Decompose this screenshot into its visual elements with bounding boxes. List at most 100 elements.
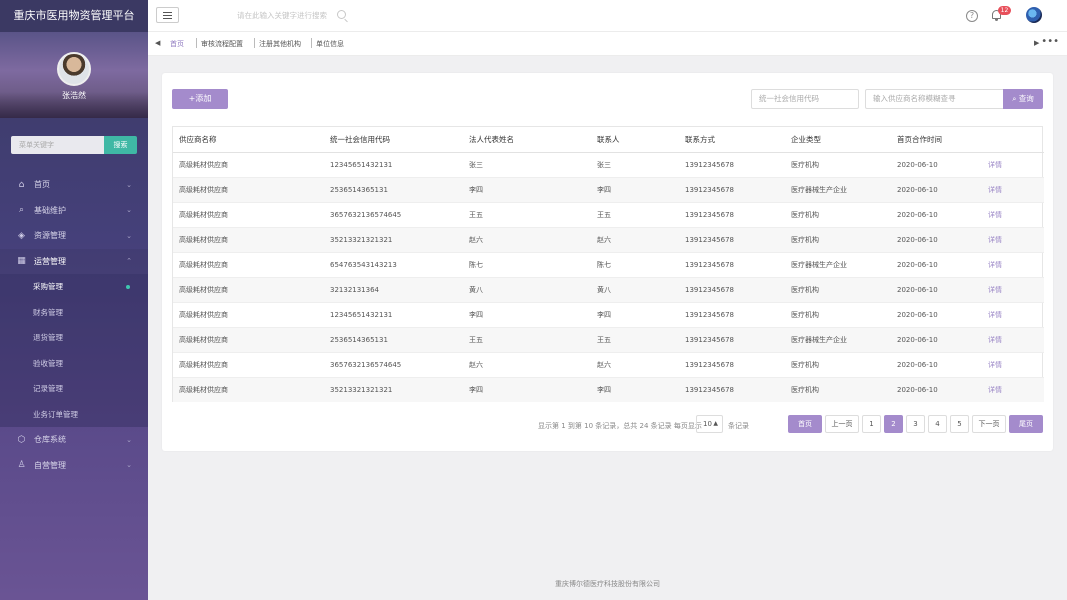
credit-code-filter-input[interactable]: 统一社会信用代码 [751, 89, 859, 109]
supplier-name-filter-input[interactable]: 输入供应商名称模糊查寻 [865, 89, 1004, 109]
detail-link[interactable]: 详情 [982, 302, 1044, 328]
prev-page-button[interactable]: 上一页 [825, 415, 859, 433]
profile-panel: 张浩然 [0, 32, 148, 118]
page-button[interactable]: 4 [928, 415, 947, 433]
global-search-input[interactable]: 请在此输入关键字进行搜索 [237, 10, 327, 21]
menu-toggle-icon[interactable] [156, 7, 179, 23]
table-cell: 2536514365131 [324, 177, 463, 203]
page-button[interactable]: 5 [950, 415, 969, 433]
page-size-select[interactable]: 10 ▲ [696, 415, 723, 433]
submenu-item-acceptance[interactable]: 验收管理 [0, 351, 148, 377]
menu-search-input[interactable]: 菜单关键字 [11, 136, 104, 154]
table-cell: 医疗机构 [785, 352, 891, 378]
first-page-button[interactable]: 首页 [788, 415, 822, 433]
tab-unit-info[interactable]: 单位信息 [316, 39, 344, 49]
table-cell: 2020-06-10 [891, 327, 982, 353]
table-cell: 35213321321321 [324, 227, 463, 253]
sidebar-item-warehouse[interactable]: ⬡ 仓库系统 ⌄ [0, 427, 148, 453]
tab-home[interactable]: 首页 [170, 39, 184, 49]
page-size-suffix: 条记录 [728, 422, 749, 430]
tab-audit-flow[interactable]: 审核流程配置 [201, 39, 243, 49]
column-header: 法人代表姓名 [463, 127, 591, 153]
help-icon[interactable]: ? [966, 10, 978, 22]
page-button-current[interactable]: 2 [884, 415, 903, 433]
table-cell: 黄八 [463, 277, 591, 303]
page-button[interactable]: 3 [906, 415, 925, 433]
profile-name: 张浩然 [62, 91, 86, 100]
detail-link[interactable]: 详情 [982, 227, 1044, 253]
submenu-item-purchase[interactable]: 采购管理 [0, 274, 148, 300]
table-row: 高级耗材供应商 2536514365131 李四 李四 13912345678 医疗器械生… [173, 177, 1044, 203]
table-cell: 13912345678 [679, 327, 785, 353]
table-cell: 高级耗材供应商 [173, 277, 324, 303]
tabs-right-arrow-icon[interactable]: ▶ [1034, 39, 1039, 47]
page-button[interactable]: 1 [862, 415, 881, 433]
table-cell: 陈七 [463, 252, 591, 278]
detail-link[interactable]: 详情 [982, 377, 1044, 402]
table-cell: 高级耗材供应商 [173, 377, 324, 402]
page-size-value: 10 [703, 420, 712, 428]
column-header: 首页合作时间 [891, 127, 982, 153]
table-cell: 高级耗材供应商 [173, 352, 324, 378]
sidebar-item-operations[interactable]: ▦ 运营管理 ⌃ [0, 248, 148, 274]
detail-link[interactable]: 详情 [982, 152, 1044, 178]
table-cell: 2020-06-10 [891, 152, 982, 178]
query-button[interactable]: ⌕ 查询 [1003, 89, 1043, 109]
detail-link[interactable]: 详情 [982, 277, 1044, 303]
table-cell: 医疗机构 [785, 152, 891, 178]
table-cell: 13912345678 [679, 152, 785, 178]
chevron-down-icon: ⌄ [126, 180, 132, 189]
tabs-left-arrow-icon[interactable]: ◀ [155, 39, 160, 47]
sidebar-item-home[interactable]: ⌂ 首页 ⌄ [0, 172, 148, 198]
detail-link[interactable]: 详情 [982, 202, 1044, 228]
tab-register-org[interactable]: 注册其他机构 [259, 39, 301, 49]
table-cell: 王五 [463, 327, 591, 353]
table-cell: 2020-06-10 [891, 227, 982, 253]
app-title: 重庆市医用物资管理平台 [0, 0, 148, 32]
sidebar-item-self-operated[interactable]: ♙ 自营管理 ⌄ [0, 453, 148, 479]
table-cell: 13912345678 [679, 252, 785, 278]
table-cell: 2536514365131 [324, 327, 463, 353]
table-cell: 13912345678 [679, 377, 785, 402]
more-icon[interactable]: ••• [1041, 36, 1059, 47]
menu-search-button[interactable]: 搜索 [104, 136, 137, 154]
sidebar-item-basic-maintenance[interactable]: ⌕ 基础维护 ⌄ [0, 198, 148, 224]
caret-up-icon: ▲ [713, 420, 718, 427]
query-button-label: 查询 [1018, 94, 1034, 103]
user-menu-logo-icon[interactable] [1026, 7, 1042, 23]
tab-divider [311, 38, 312, 48]
search-icon[interactable] [337, 10, 346, 19]
table-cell: 医疗机构 [785, 302, 891, 328]
submenu-item-finance[interactable]: 财务管理 [0, 300, 148, 326]
table-row: 高级耗材供应商 3657632136574645 王五 王五 13912345678 医疗… [173, 202, 1044, 228]
detail-link[interactable]: 详情 [982, 252, 1044, 278]
sidebar-item-resources[interactable]: ◈ 资源管理 ⌄ [0, 223, 148, 249]
table-cell: 李四 [463, 302, 591, 328]
detail-link[interactable]: 详情 [982, 177, 1044, 203]
avatar[interactable] [57, 52, 91, 86]
table-cell: 赵六 [463, 352, 591, 378]
table-cell: 2020-06-10 [891, 252, 982, 278]
next-page-button[interactable]: 下一页 [972, 415, 1006, 433]
table-cell: 李四 [591, 177, 679, 203]
submenu-item-records[interactable]: 记录管理 [0, 376, 148, 402]
detail-link[interactable]: 详情 [982, 327, 1044, 353]
add-button[interactable]: +添加 [172, 89, 228, 109]
table-cell: 张三 [591, 152, 679, 178]
table-cell: 35213321321321 [324, 377, 463, 402]
table-cell: 2020-06-10 [891, 377, 982, 402]
home-icon: ⌂ [18, 179, 25, 190]
table-cell: 13912345678 [679, 202, 785, 228]
table-cell: 高级耗材供应商 [173, 327, 324, 353]
table-cell: 赵六 [463, 227, 591, 253]
table-cell: 赵六 [591, 352, 679, 378]
table-cell: 张三 [463, 152, 591, 178]
table-row: 高级耗材供应商 3657632136574645 赵六 赵六 13912345678 医疗… [173, 352, 1044, 378]
detail-link[interactable]: 详情 [982, 352, 1044, 378]
submenu-item-orders[interactable]: 业务订单管理 [0, 402, 148, 428]
submenu-item-returns[interactable]: 退货管理 [0, 325, 148, 351]
table-cell: 李四 [591, 377, 679, 402]
table-cell: 13912345678 [679, 352, 785, 378]
last-page-button[interactable]: 尾页 [1009, 415, 1043, 433]
table-cell: 3657632136574645 [324, 202, 463, 228]
